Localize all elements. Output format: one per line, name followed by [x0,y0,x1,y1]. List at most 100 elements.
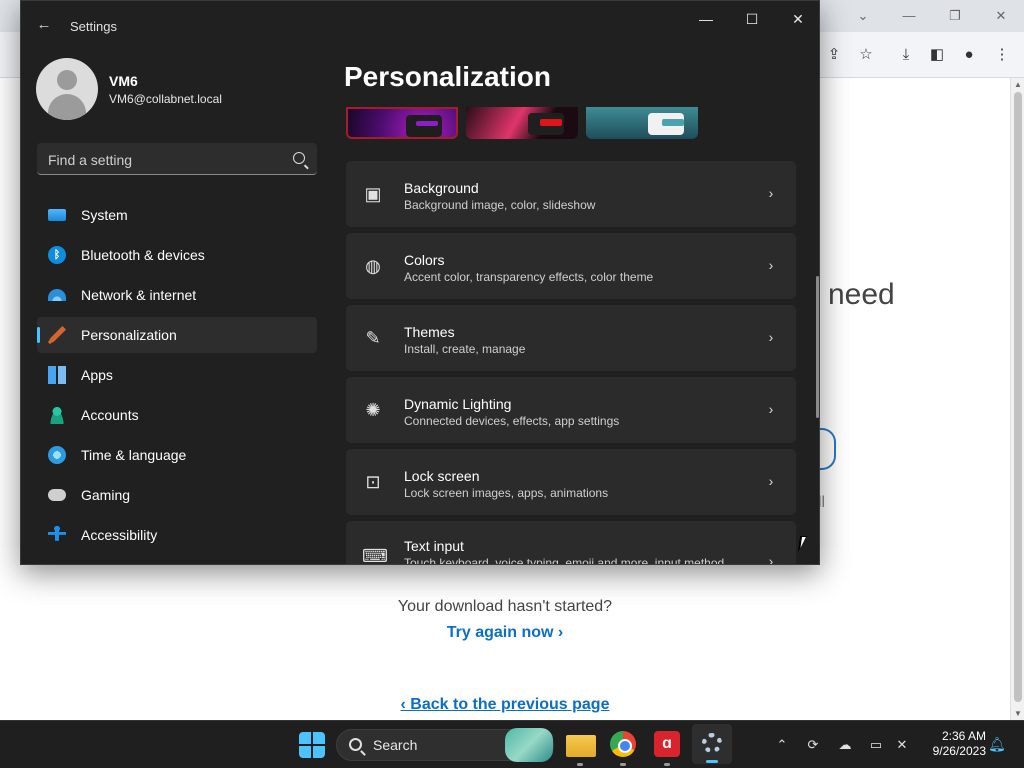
share-icon[interactable]: ⇪ [823,44,845,66]
side-panel-icon[interactable]: ◧ [926,44,948,66]
sidebar-item-time-language[interactable]: Time & language [37,437,317,473]
avira-icon[interactable]: ɑ [654,731,680,757]
sidebar-item-label: Personalization [81,327,177,343]
maximize-button[interactable]: ☐ [738,9,766,29]
chrome-icon[interactable] [610,731,636,757]
scroll-down-icon[interactable]: ▼ [1013,709,1023,718]
theme-accent-bar [416,121,438,126]
sidebar-item-label: Gaming [81,487,131,503]
browser-scrollbar[interactable]: ▲ ▼ [1010,78,1024,720]
profile-icon[interactable]: ● [958,44,980,66]
card-title: Text input [404,538,464,554]
settings-app-icon[interactable] [692,724,732,764]
brush-icon: ✎ [365,328,381,348]
sidebar-item-label: Accessibility [81,527,158,543]
mouse-cursor [797,536,815,552]
taskbar-search-label: Search [373,737,418,753]
chevron-up-icon[interactable]: ⌃ [772,735,792,755]
sync-icon[interactable]: ⟳ [803,735,823,755]
volume-muted-icon[interactable]: ✕ [892,735,912,755]
chevron-right-icon: › [768,329,774,345]
chevron-right-icon: › [768,553,774,565]
theme-thumbnail-red[interactable] [466,107,578,139]
theme-thumbnail-purple[interactable] [346,107,458,139]
search-icon [349,738,362,751]
theme-chip [406,115,442,137]
scroll-up-icon[interactable]: ▲ [1013,80,1023,89]
close-icon[interactable]: ✕ [990,6,1012,26]
menu-kebab-icon[interactable]: ⋮ [991,44,1013,66]
light-icon: ✺ [365,400,381,420]
image-icon: ▣ [364,184,382,204]
card-background[interactable]: ▣ Background Background image, color, sl… [346,161,796,227]
sidebar-item-label: Network & internet [81,287,197,303]
sidebar-item-bluetooth[interactable]: ᛒ Bluetooth & devices [37,237,317,273]
user-email: VM6@collabnet.local [109,92,222,106]
card-title: Lock screen [404,468,480,484]
running-indicator [577,763,583,766]
start-button[interactable] [299,732,325,758]
main-scrollbar[interactable] [816,276,819,418]
sidebar-item-accessibility[interactable]: Accessibility [37,517,317,553]
find-setting-input[interactable]: Find a setting [37,143,317,175]
card-colors[interactable]: ◍ Colors Accent color, transparency effe… [346,233,796,299]
active-indicator [706,760,718,763]
sidebar-item-gaming[interactable]: Gaming [37,477,317,513]
card-lock-screen[interactable]: ⊡ Lock screen Lock screen images, apps, … [346,449,796,515]
chevron-right-icon: › [768,185,774,201]
avatar-body [48,94,86,120]
download-icon[interactable]: ⤓ [895,44,917,66]
card-themes[interactable]: ✎ Themes Install, create, manage › [346,305,796,371]
page-heading-fragment: need [828,278,895,311]
card-subtitle: Lock screen images, apps, animations [404,486,609,500]
card-subtitle: Touch keyboard, voice typing, emoji and … [404,556,725,565]
notification-bell-icon[interactable]: 🔔︎ [988,736,1006,754]
network-icon[interactable]: ▭ [866,735,886,755]
taskbar-search[interactable]: Search [336,728,554,762]
chevron-down-icon[interactable]: ⌄ [852,6,874,26]
back-link[interactable]: ‹ Back to the previous page [0,696,1010,714]
avatar[interactable] [36,58,98,120]
onedrive-icon[interactable]: ☁ [835,735,855,755]
sidebar-item-accounts[interactable]: Accounts [37,397,317,433]
running-indicator [664,763,670,766]
apps-icon [48,366,66,384]
card-title: Themes [404,324,455,340]
bookmark-star-icon[interactable]: ☆ [855,44,877,66]
page-title: Personalization [344,61,551,92]
card-title: Colors [404,252,445,268]
sidebar-item-label: Apps [81,367,113,383]
running-indicator [620,763,626,766]
globe-clock-icon [48,446,66,464]
clock-date: 9/26/2023 [932,744,986,758]
card-subtitle: Accent color, transparency effects, colo… [404,270,654,284]
person-icon [48,406,66,424]
sidebar-item-network[interactable]: Network & internet [37,277,317,313]
card-text-input[interactable]: ⌨ Text input Touch keyboard, voice typin… [346,521,796,565]
close-button[interactable]: ✕ [784,9,812,29]
restore-icon[interactable]: ❐ [944,6,966,26]
chevron-right-icon: › [768,401,774,417]
try-again-link[interactable]: Try again now › [0,624,1010,642]
card-title: Dynamic Lighting [404,396,512,412]
search-icon [293,152,305,164]
sidebar-item-label: Time & language [81,447,187,463]
theme-thumbnail-teal[interactable] [586,107,698,139]
scroll-thumb[interactable] [1014,92,1022,702]
minimize-icon[interactable]: — [898,6,920,26]
system-clock[interactable]: 2:36 AM 9/26/2023 [918,729,986,759]
back-arrow-icon[interactable]: ← [33,14,55,36]
avatar-head [57,70,77,90]
search-placeholder: Find a setting [48,152,133,168]
sidebar-item-label: Bluetooth & devices [81,247,205,263]
sidebar-item-personalization[interactable]: Personalization [37,317,317,353]
taskbar: Search ɑ ⌃ ⟳ ☁ ▭ ✕ 2:36 AM 9/26/2023 🔔︎ [0,720,1024,768]
sidebar-item-apps[interactable]: Apps [37,357,317,393]
sidebar-item-system[interactable]: System [37,197,317,233]
card-title: Background [404,180,479,196]
minimize-button[interactable]: — [692,9,720,29]
card-subtitle: Background image, color, slideshow [404,198,596,212]
theme-accent-bar [540,119,562,126]
file-explorer-icon[interactable] [566,735,596,757]
card-dynamic-lighting[interactable]: ✺ Dynamic Lighting Connected devices, ef… [346,377,796,443]
